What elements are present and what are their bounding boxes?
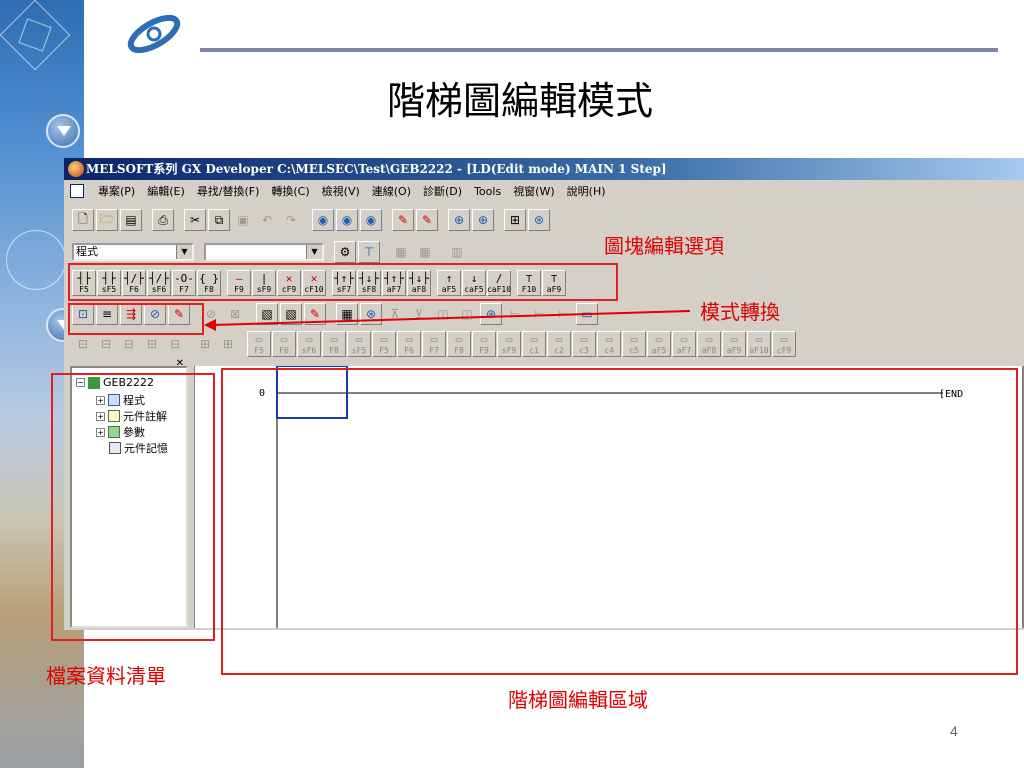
step-icon[interactable]: ⊟ (72, 333, 94, 355)
menu-edit[interactable]: 編輯(E) (141, 183, 191, 199)
menu-convert[interactable]: 轉換(C) (265, 183, 315, 199)
data-toolbar: 程式 ▼ ▼ ⚙ ⊤ ▦ ▦ ▥ (72, 240, 468, 264)
file-list-annotation: 檔案資料清單 (46, 664, 166, 688)
reset-icon[interactable]: ⊟ (164, 333, 186, 355)
page-number: 4 (950, 723, 958, 739)
open-folder-icon[interactable]: 🗁 (96, 209, 118, 231)
window-title-bar: MELSOFT系列 GX Developer C:\MELSEC\Test\GE… (64, 158, 1024, 180)
program-select[interactable]: 程式 ▼ (72, 243, 194, 261)
sfc-key-af10[interactable]: ▭ aF10 (747, 331, 771, 357)
slide-title: 階梯圖編輯模式 (386, 79, 653, 123)
device-test-icon[interactable]: ⊛ (528, 209, 550, 231)
menu-bar: 專案(P) 編輯(E) 尋找/替換(F) 轉換(C) 檢視(V) 連線(O) 診… (64, 180, 1024, 202)
ladder-area-annotation: 階梯圖編輯區域 (508, 688, 648, 712)
ss-icon[interactable]: ⊟ (141, 333, 163, 355)
error-icon[interactable]: ⊟ (118, 333, 140, 355)
chevron-down-icon: ▼ (306, 245, 322, 259)
window-title: MELSOFT系列 GX Developer C:\MELSEC\Test\GE… (86, 162, 667, 176)
mode-switch-arrow (204, 310, 691, 331)
trans-icon[interactable]: ⊟ (95, 333, 117, 355)
mode-switch-highlight (68, 303, 204, 335)
menu-project[interactable]: 專案(P) (92, 183, 141, 199)
tree-view-icon[interactable]: ⊤ (358, 241, 380, 263)
parameter-icon[interactable]: ▦ (390, 241, 412, 263)
monitor-start-icon[interactable]: ⊕ (448, 209, 470, 231)
new-file-icon[interactable]: 🗋 (72, 209, 94, 231)
mode-switch-annotation: 模式轉換 (700, 300, 780, 324)
undo-icon[interactable]: ↶ (256, 209, 278, 231)
menu-online[interactable]: 連線(O) (366, 183, 417, 199)
read-from-plc-icon[interactable]: ✎ (416, 209, 438, 231)
block-edit-highlight (68, 263, 618, 301)
print-icon[interactable]: ⎙ (152, 209, 174, 231)
down-arrow-bullet-icon (46, 114, 80, 148)
menu-help[interactable]: 說明(H) (561, 183, 612, 199)
comment-icon[interactable]: ▥ (446, 241, 468, 263)
monitor-stop-icon[interactable]: ⊕ (472, 209, 494, 231)
orbit-logo-icon (127, 14, 181, 54)
title-rule (200, 48, 998, 52)
standard-toolbar: 🗋 🗁 ▤ ⎙ ✂ ⧉ ▣ ↶ ↷ ◉ ◉ ◉ ✎ ✎ ⊕ ⊕ ⊞ ⊛ (72, 208, 550, 232)
find-contact-icon[interactable]: ◉ (360, 209, 382, 231)
copy-icon[interactable]: ⧉ (208, 209, 230, 231)
menu-tools[interactable]: Tools (468, 185, 507, 198)
sfc-key-af8[interactable]: ▭ aF8 (697, 331, 721, 357)
cut-icon[interactable]: ✂ (184, 209, 206, 231)
save-icon[interactable]: ▤ (120, 209, 142, 231)
program-settings-icon[interactable]: ⚙ (334, 241, 356, 263)
menu-diagnostics[interactable]: 診斷(D) (417, 183, 468, 199)
sfc-key-cf9[interactable]: ▭ cF9 (772, 331, 796, 357)
sfc-key-af9[interactable]: ▭ aF9 (722, 331, 746, 357)
block-edit-annotation: 圖塊編輯選項 (604, 234, 724, 258)
chevron-down-icon: ▼ (176, 245, 192, 259)
app-icon (68, 161, 84, 177)
close-icon[interactable]: ✕ (176, 358, 184, 369)
device-select[interactable]: ▼ (204, 243, 324, 261)
find-instruction-icon[interactable]: ◉ (336, 209, 358, 231)
redo-icon[interactable]: ↷ (280, 209, 302, 231)
entry-data-monitor-icon[interactable]: ⊞ (504, 209, 526, 231)
slide: 階梯圖編輯模式 MELSOFT系列 GX Developer C:\MELSEC… (0, 0, 1024, 768)
system-menu-icon[interactable] (70, 184, 84, 198)
device-memory-icon[interactable]: ▦ (414, 241, 436, 263)
menu-window[interactable]: 視窗(W) (507, 183, 560, 199)
paste-icon[interactable]: ▣ (232, 209, 254, 231)
menu-find-replace[interactable]: 尋找/替換(F) (191, 183, 266, 199)
menu-view[interactable]: 檢視(V) (316, 183, 366, 199)
find-device-icon[interactable]: ◉ (312, 209, 334, 231)
ladder-area-highlight (221, 368, 1018, 675)
write-to-plc-icon[interactable]: ✎ (392, 209, 414, 231)
file-list-highlight (51, 373, 215, 641)
